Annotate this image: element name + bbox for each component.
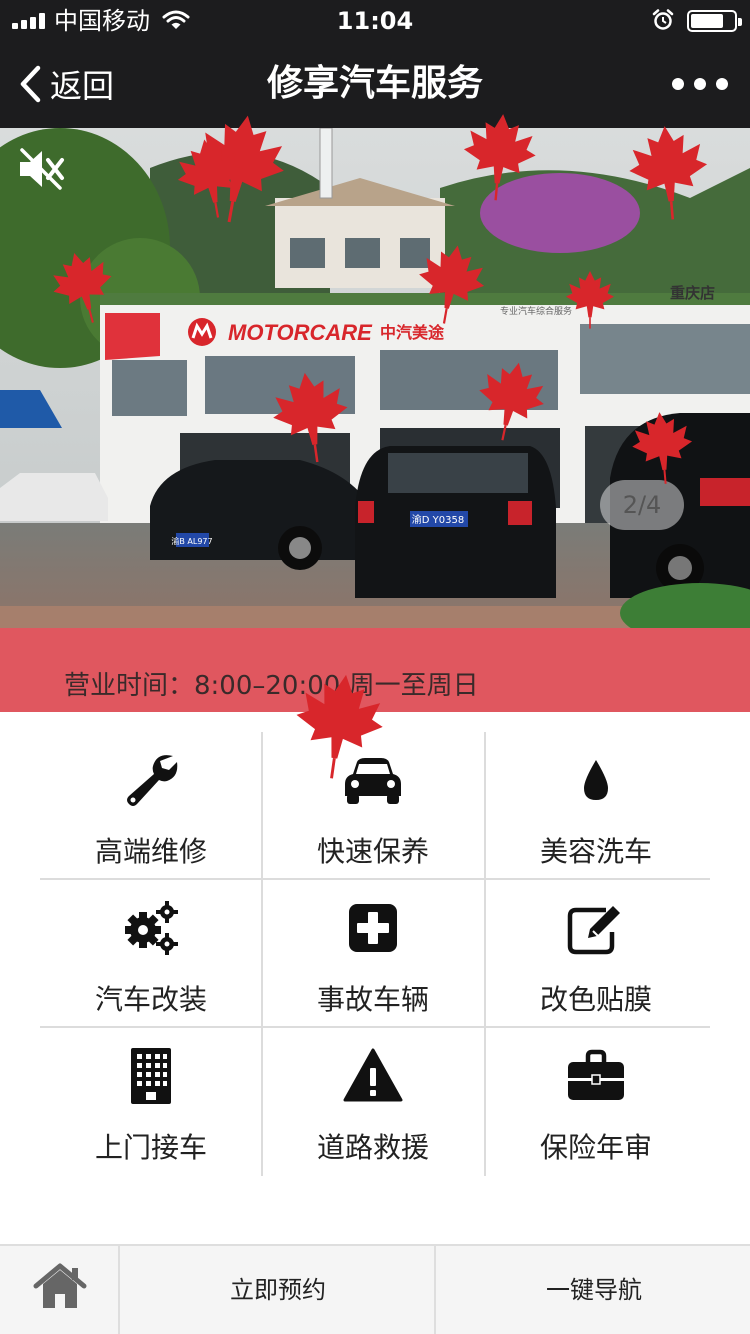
home-icon — [33, 1263, 87, 1308]
sign-cn: 中汽美途 — [380, 323, 445, 342]
speaker-muted-icon[interactable] — [16, 146, 66, 192]
business-hours-bar: 营业时间：8:00–20:00 周一至周日 — [0, 628, 750, 712]
shop-photo: MOTORCARE 中汽美途 专业汽车综合服务 重庆店 渝B AL977 渝D … — [0, 128, 750, 628]
wrench-icon — [127, 755, 178, 806]
service-accident[interactable]: 事故车辆 — [262, 880, 484, 1027]
briefcase-icon — [568, 1049, 624, 1100]
sign-brand: MOTORCARE — [228, 320, 373, 345]
service-roadside[interactable]: 道路救援 — [262, 1028, 484, 1175]
edit-icon — [567, 906, 620, 955]
service-wash[interactable]: 美容洗车 — [485, 732, 707, 879]
status-bar: 中国移动 11:04 — [0, 0, 750, 40]
service-insurance[interactable]: 保险年审 — [485, 1028, 707, 1175]
battery-icon — [687, 10, 742, 32]
service-wrap[interactable]: 改色贴膜 — [485, 880, 707, 1027]
service-label: 保险年审 — [539, 1131, 652, 1164]
service-modification[interactable]: 汽车改装 — [40, 880, 262, 1027]
plate-center: 渝D Y0358 — [412, 513, 464, 526]
water-drop-icon — [584, 760, 608, 800]
service-label: 快速保养 — [316, 835, 429, 868]
service-label: 上门接车 — [94, 1131, 207, 1164]
service-label: 汽车改装 — [94, 983, 207, 1016]
banner-carousel[interactable]: MOTORCARE 中汽美途 专业汽车综合服务 重庆店 渝B AL977 渝D … — [0, 128, 750, 628]
gears-icon — [125, 901, 178, 955]
home-button[interactable] — [0, 1246, 120, 1334]
service-repair[interactable]: 高端维修 — [40, 732, 262, 879]
sign-sub: 专业汽车综合服务 — [500, 305, 572, 317]
nav-bar: 返回 修享汽车服务 — [0, 40, 750, 128]
building-icon — [131, 1048, 171, 1104]
alarm-clock-icon — [652, 9, 674, 30]
service-maintenance[interactable]: 快速保养 — [262, 732, 484, 879]
business-hours-text: 营业时间：8:00–20:00 周一至周日 — [64, 671, 479, 701]
slide-pager: 2/4 — [600, 480, 684, 530]
book-now-button[interactable]: 立即预约 — [122, 1246, 436, 1334]
plus-square-icon — [349, 904, 397, 952]
plate-left: 渝B AL977 — [171, 536, 212, 546]
service-label: 道路救援 — [316, 1131, 429, 1164]
bottom-toolbar: 立即预约 一键导航 — [0, 1244, 750, 1334]
clock-time: 11:04 — [336, 7, 414, 35]
car-icon — [345, 758, 401, 804]
sign-city: 重庆店 — [670, 284, 715, 302]
service-label: 事故车辆 — [316, 983, 429, 1016]
navigate-button[interactable]: 一键导航 — [438, 1246, 750, 1334]
more-dots-icon[interactable] — [672, 70, 728, 98]
service-label: 美容洗车 — [539, 835, 652, 868]
page-title: 修享汽车服务 — [266, 63, 483, 104]
service-label: 高端维修 — [94, 835, 207, 868]
service-label: 改色贴膜 — [539, 983, 652, 1016]
warning-icon — [343, 1048, 403, 1102]
service-grid: 高端维修 快速保养 美容洗车 汽车改装 事故车辆 改色贴膜 上门接车 道路救援 … — [40, 732, 710, 1176]
service-pickup[interactable]: 上门接车 — [40, 1028, 262, 1175]
